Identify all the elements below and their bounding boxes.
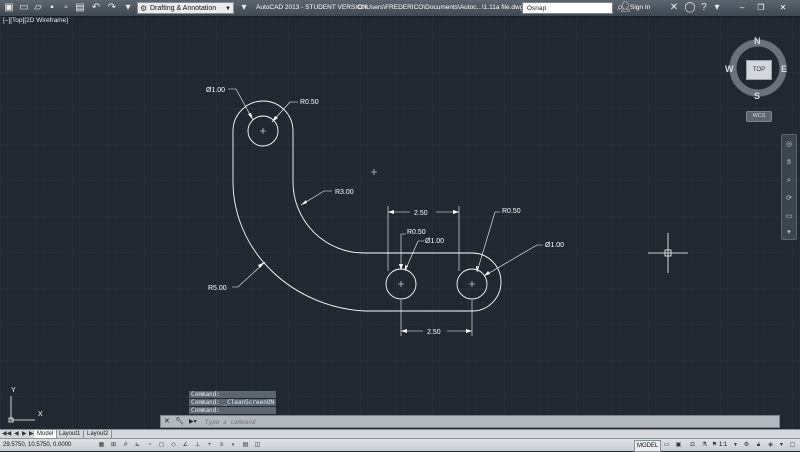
status-bar: 29.5750, 10.5750, 0.0000 ▦ ⊞ # ⊾ ◔ ◻ ◇ ∠… <box>0 438 800 452</box>
navbar-options-icon[interactable]: ▾ <box>783 227 795 239</box>
annotation-scale-value[interactable]: 1:1 <box>719 439 727 451</box>
coordinates-readout[interactable]: 29.5750, 10.5750, 0.0000 <box>3 439 71 451</box>
dim-dia-middle[interactable]: Ø1.00 <box>425 238 444 245</box>
dim-dia-top[interactable]: Ø1.00 <box>206 87 225 94</box>
zoom-icon[interactable]: ⌕ <box>783 175 795 187</box>
tab-first-icon[interactable]: ◀◀ <box>2 430 11 438</box>
ortho-icon[interactable]: ⊾ <box>133 441 142 449</box>
3d-osnap-icon[interactable]: ◇ <box>169 441 178 449</box>
tab-prev-icon[interactable]: ◀ <box>14 430 19 438</box>
grid <box>0 16 800 429</box>
dim-radius-inner[interactable]: R3.00 <box>335 189 354 196</box>
steering-wheel-icon[interactable]: ◎ <box>783 139 795 151</box>
lock-icon[interactable]: 🔒︎ <box>754 441 763 449</box>
snap-icon[interactable]: ⊞ <box>109 441 118 449</box>
polar-icon[interactable]: ◔ <box>145 441 154 449</box>
dim-dia-right[interactable]: Ø1.00 <box>545 242 564 249</box>
workspace-switching-icon[interactable]: ⚙ <box>742 441 751 449</box>
command-history-line: Command: <box>189 407 277 414</box>
annotation-scale-icon[interactable]: ⚖ <box>688 441 697 449</box>
dyn-icon[interactable]: + <box>205 441 214 449</box>
scale-dropdown-icon[interactable]: ▾ <box>731 441 740 449</box>
wcs-menu[interactable]: WCS <box>746 111 772 122</box>
wrench-icon[interactable]: 🔧︎ <box>175 416 184 428</box>
grid-icon[interactable]: # <box>121 441 130 449</box>
ucs-y-label: Y <box>11 387 16 394</box>
dim-radius-right[interactable]: R0.50 <box>502 208 521 215</box>
tab-model[interactable]: Model <box>34 430 58 438</box>
orbit-icon[interactable]: ⟳ <box>783 193 795 205</box>
tab-next-icon[interactable]: ▶ <box>22 430 27 438</box>
clean-screen-icon[interactable]: ▢ <box>788 441 797 449</box>
otrack-icon[interactable]: ∠ <box>181 441 190 449</box>
hardware-acceleration-icon[interactable]: ◈ <box>766 441 775 449</box>
dim-top-span[interactable]: 2.50 <box>414 210 428 217</box>
auto-scale-icon[interactable]: ⚑ <box>710 441 719 449</box>
drawing-canvas[interactable]: Ø1.00 R0.50 R3.00 R5.00 2.50 R0.50 R0.50… <box>0 0 800 450</box>
command-history: Command: Command: _CleanScreenON Command… <box>189 391 277 415</box>
close-icon[interactable]: ✕ <box>164 416 170 428</box>
lineweight-icon[interactable]: ≡ <box>217 441 226 449</box>
compass-north[interactable]: N <box>754 36 761 46</box>
dim-radius-top[interactable]: R0.50 <box>300 99 319 106</box>
compass-west[interactable]: W <box>725 64 734 74</box>
quick-properties-icon[interactable]: ▤ <box>241 441 250 449</box>
compass-east[interactable]: E <box>781 64 787 74</box>
quick-view-layouts-icon[interactable]: ▭ <box>662 441 671 449</box>
navigation-bar: ◎ ✋︎ ⌕ ⟳ ▭ ▾ <box>781 134 797 240</box>
command-history-line: Command: <box>189 391 277 398</box>
tab-layout2[interactable]: Layout2 <box>84 430 113 438</box>
status-menu-icon[interactable]: ▾ <box>777 441 786 449</box>
compass-south[interactable]: S <box>754 91 760 101</box>
command-history-line: Command: _CleanScreenON <box>189 399 277 406</box>
ucs-x-label: X <box>38 411 43 418</box>
transparency-icon[interactable]: ◐ <box>229 441 238 449</box>
dim-radius-middle[interactable]: R0.50 <box>407 229 426 236</box>
viewcube-top-face[interactable]: TOP <box>746 60 772 80</box>
selection-cycling-icon[interactable]: ◫ <box>253 441 262 449</box>
command-input[interactable] <box>205 416 765 428</box>
tab-layout1[interactable]: Layout1 <box>56 430 85 438</box>
osnap-icon[interactable]: ◻ <box>157 441 166 449</box>
pan-icon[interactable]: ✋︎ <box>783 157 795 169</box>
showmotion-icon[interactable]: ▭ <box>783 211 795 223</box>
dim-bottom-span[interactable]: 2.50 <box>427 329 441 336</box>
command-prompt-icon[interactable]: ▶▾ <box>189 416 197 428</box>
quick-view-drawings-icon[interactable]: ▣ <box>674 441 683 449</box>
command-line: ✕ 🔧︎ ▶▾ <box>160 415 780 428</box>
ducs-icon[interactable]: ⊥ <box>193 441 202 449</box>
infer-constraints-icon[interactable]: ▦ <box>97 441 106 449</box>
model-space-button[interactable]: MODEL <box>634 440 662 452</box>
dim-radius-outer[interactable]: R5.00 <box>208 285 227 292</box>
viewport-controls[interactable]: [–][Top][2D Wireframe] <box>3 17 68 24</box>
annotation-visibility-icon[interactable]: ⚗ <box>700 441 709 449</box>
